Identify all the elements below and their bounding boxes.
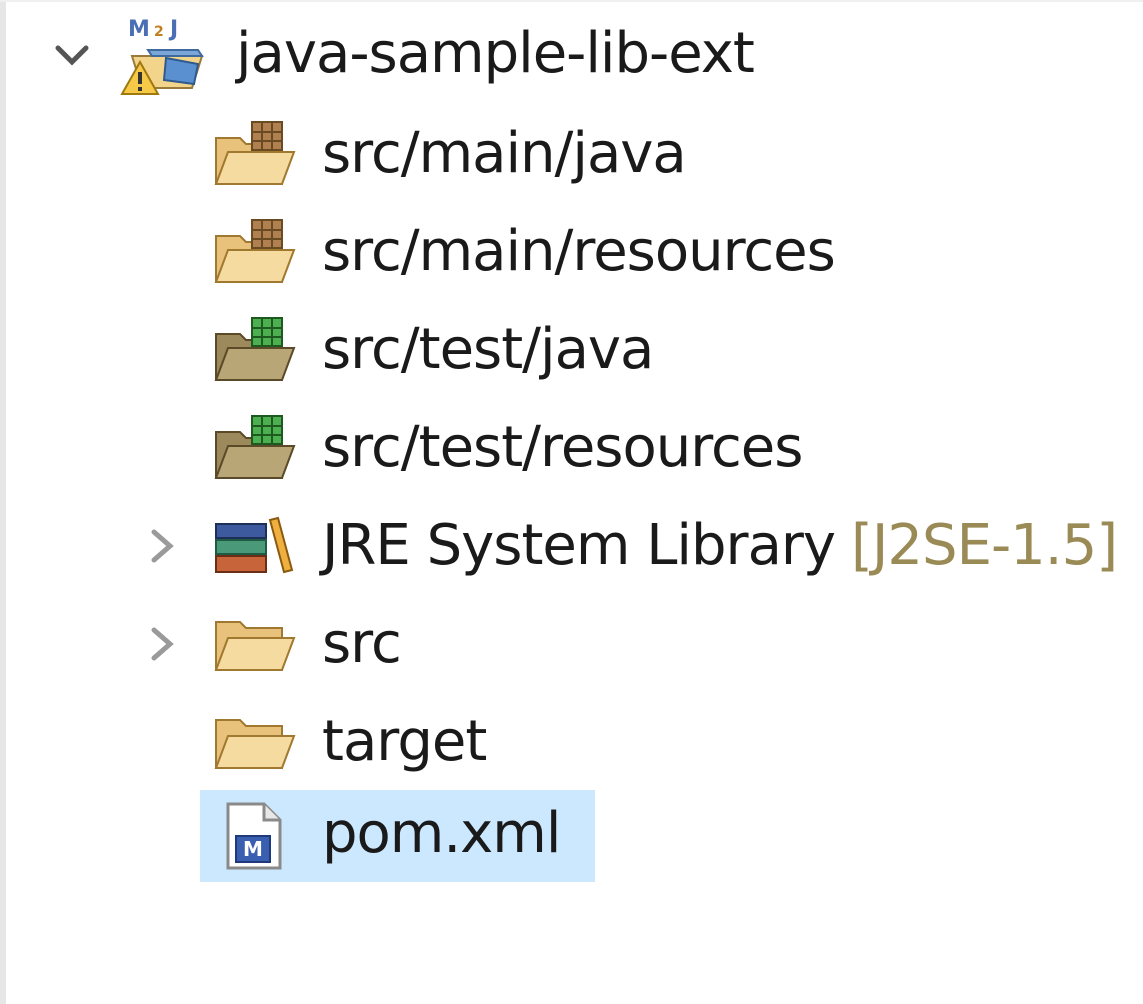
pane-top-border: [0, 0, 1143, 2]
maven-pom-file-icon: M: [226, 802, 282, 870]
package-folder-icon: [214, 121, 296, 185]
svg-text:J: J: [168, 17, 178, 42]
library-name: JRE System Library: [322, 513, 836, 578]
folder-icon: [214, 719, 296, 769]
package-folder-icon: [214, 219, 296, 283]
tree-item-target[interactable]: target: [0, 694, 1143, 790]
chevron-right-icon[interactable]: [140, 524, 184, 568]
project-label: java-sample-lib-ext: [236, 21, 755, 86]
tree-item-label: target: [322, 709, 487, 774]
svg-text:M: M: [128, 17, 150, 42]
tree-item-src-main-java[interactable]: src/main/java: [0, 106, 1143, 202]
tree-item-src-main-resources[interactable]: src/main/resources: [0, 204, 1143, 300]
tree-item-label: src/main/java: [322, 121, 687, 186]
tree-item-label: src/test/java: [322, 317, 654, 382]
maven-project-warning-icon: M 2 J: [120, 17, 204, 95]
test-package-folder-icon: [214, 317, 296, 381]
tree-item-src-test-java[interactable]: src/test/java: [0, 302, 1143, 398]
tree-item-src-test-resources[interactable]: src/test/resources: [0, 400, 1143, 496]
tree-item-label: src: [322, 611, 402, 676]
tree-item-src[interactable]: src: [0, 596, 1143, 692]
chevron-down-icon[interactable]: [50, 32, 94, 76]
project-explorer-tree: M 2 J java-sample-lib-ext src/main/java: [0, 0, 1143, 1004]
library-version-decoration: [J2SE-1.5]: [851, 513, 1118, 578]
tree-item-jre-system-library[interactable]: JRE System Library [J2SE-1.5]: [0, 498, 1143, 594]
svg-text:M: M: [243, 837, 263, 861]
library-icon: [215, 516, 294, 574]
tree-item-label: JRE System Library [J2SE-1.5]: [322, 506, 1118, 586]
folder-icon: [214, 621, 296, 671]
tree-item-label: src/main/resources: [322, 219, 836, 284]
tree-item-label: src/test/resources: [322, 415, 803, 480]
tree-item-pom-xml[interactable]: M pom.xml: [0, 786, 1143, 882]
chevron-right-icon[interactable]: [140, 622, 184, 666]
svg-text:2: 2: [154, 24, 164, 40]
tree-item-label: pom.xml: [322, 801, 561, 866]
tree-item-project[interactable]: M 2 J java-sample-lib-ext: [0, 6, 1143, 102]
test-package-folder-icon: [214, 415, 296, 479]
